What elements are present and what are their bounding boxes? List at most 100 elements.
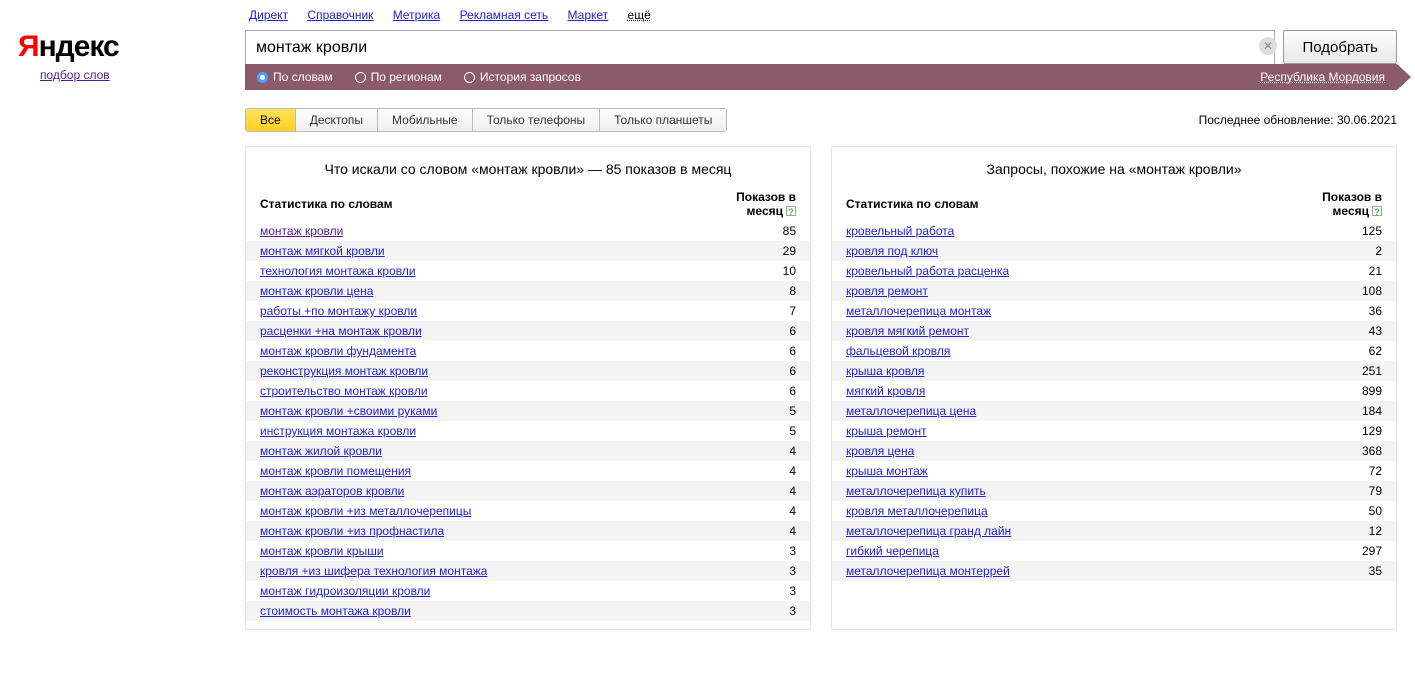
tab-all[interactable]: Все (246, 109, 296, 131)
tab-desktop[interactable]: Десктопы (296, 109, 378, 131)
tab-mobile[interactable]: Мобильные (378, 109, 473, 131)
panel-similar-title: Запросы, похожие на «монтаж кровли» (832, 157, 1396, 187)
top-nav-market[interactable]: Маркет (568, 8, 609, 22)
help-icon[interactable]: ? (786, 206, 796, 216)
top-nav-more[interactable]: ещё (628, 8, 651, 22)
keyword-link[interactable]: монтаж кровли цена (260, 284, 373, 298)
table-row: металлочерепица цена184 (832, 401, 1396, 421)
logo[interactable]: Яндекс (18, 30, 245, 64)
shows-value: 6 (726, 384, 796, 398)
table-row: монтаж кровли крыши3 (246, 541, 810, 561)
submit-button[interactable]: Подобрать (1283, 30, 1397, 64)
keyword-link[interactable]: монтаж жилой кровли (260, 444, 382, 458)
shows-value: 297 (1312, 544, 1382, 558)
filter-label: По словам (273, 70, 333, 84)
region-selector[interactable]: Республика Мордовия (1260, 70, 1385, 84)
table-row: крыша монтаж 72 (832, 461, 1396, 481)
search-input[interactable] (245, 30, 1275, 64)
table-header: Статистика по словам Показов в месяц? (246, 187, 810, 221)
shows-value: 125 (1312, 224, 1382, 238)
keyword-link[interactable]: крыша кровля (846, 364, 924, 378)
keyword-link[interactable]: кровля ремонт (846, 284, 928, 298)
keyword-link[interactable]: монтаж кровли крыши (260, 544, 384, 558)
table-row: технология монтажа кровли 10 (246, 261, 810, 281)
keyword-link[interactable]: кровельный работа расценка (846, 264, 1009, 278)
shows-value: 4 (726, 504, 796, 518)
keyword-link[interactable]: кровля +из шифера технология монтажа (260, 564, 487, 578)
table-row: металлочерепица купить 79 (832, 481, 1396, 501)
keyword-link[interactable]: крыша монтаж (846, 464, 928, 478)
filter-by-words[interactable]: По словам (257, 70, 333, 84)
shows-value: 4 (726, 444, 796, 458)
shows-value: 72 (1312, 464, 1382, 478)
keyword-link[interactable]: кровля цена (846, 444, 914, 458)
top-nav-direct[interactable]: Директ (249, 8, 288, 22)
shows-value: 129 (1312, 424, 1382, 438)
shows-value: 10 (726, 264, 796, 278)
shows-value: 79 (1312, 484, 1382, 498)
shows-value: 6 (726, 364, 796, 378)
table-row: кровля ремонт108 (832, 281, 1396, 301)
keyword-link[interactable]: фальцевой кровля (846, 344, 950, 358)
radio-icon (464, 72, 475, 83)
keyword-link[interactable]: крыша ремонт (846, 424, 927, 438)
shows-value: 6 (726, 324, 796, 338)
keyword-link[interactable]: металлочерепица монтаж (846, 304, 991, 318)
table-row: кровля мягкий ремонт43 (832, 321, 1396, 341)
clear-icon[interactable]: ✕ (1259, 37, 1277, 55)
shows-value: 4 (726, 464, 796, 478)
table-header: Статистика по словам Показов в месяц? (832, 187, 1396, 221)
table-row: кровельный работа расценка21 (832, 261, 1396, 281)
top-nav-sprav[interactable]: Справочник (307, 8, 373, 22)
keyword-link[interactable]: металлочерепица купить (846, 484, 986, 498)
top-nav-adnet[interactable]: Рекламная сеть (460, 8, 549, 22)
keyword-link[interactable]: монтаж кровли фундамента (260, 344, 416, 358)
shows-value: 4 (726, 524, 796, 538)
keyword-link[interactable]: расценки +на монтаж кровли (260, 324, 422, 338)
table-row: монтаж кровли помещения 4 (246, 461, 810, 481)
keyword-link[interactable]: кровельный работа (846, 224, 954, 238)
top-nav-metrika[interactable]: Метрика (393, 8, 440, 22)
top-nav: Директ Справочник Метрика Рекламная сеть… (245, 0, 1397, 30)
keyword-link[interactable]: стоимость монтажа кровли (260, 604, 411, 618)
keyword-link[interactable]: монтаж кровли +из профнастила (260, 524, 444, 538)
radio-icon (355, 72, 366, 83)
col-words: Статистика по словам (846, 197, 1312, 211)
help-icon[interactable]: ? (1372, 206, 1382, 216)
keyword-link[interactable]: монтаж кровли (260, 224, 343, 238)
keyword-link[interactable]: монтаж аэраторов кровли (260, 484, 404, 498)
table-row: реконструкция монтаж кровли 6 (246, 361, 810, 381)
table-row: работы +по монтажу кровли7 (246, 301, 810, 321)
keyword-link[interactable]: гибкий черепица (846, 544, 939, 558)
keyword-link[interactable]: монтаж кровли помещения (260, 464, 411, 478)
shows-value: 85 (726, 224, 796, 238)
panel-words-title: Что искали со словом «монтаж кровли» — 8… (246, 157, 810, 187)
logo-subtitle-link[interactable]: подбор слов (40, 68, 245, 82)
keyword-link[interactable]: металлочерепица гранд лайн (846, 524, 1011, 538)
keyword-link[interactable]: кровля мягкий ремонт (846, 324, 969, 338)
keyword-link[interactable]: монтаж кровли +из металлочерепицы (260, 504, 471, 518)
keyword-link[interactable]: инструкция монтажа кровли (260, 424, 416, 438)
table-row: монтаж мягкой кровли29 (246, 241, 810, 261)
shows-value: 8 (726, 284, 796, 298)
tab-tablets[interactable]: Только планшеты (600, 109, 726, 131)
keyword-link[interactable]: технология монтажа кровли (260, 264, 416, 278)
keyword-link[interactable]: монтаж гидроизоляции кровли (260, 584, 430, 598)
filter-history[interactable]: История запросов (464, 70, 581, 84)
table-row: кровля цена368 (832, 441, 1396, 461)
table-row: расценки +на монтаж кровли 6 (246, 321, 810, 341)
keyword-link[interactable]: работы +по монтажу кровли (260, 304, 417, 318)
filter-label: История запросов (480, 70, 581, 84)
keyword-link[interactable]: металлочерепица цена (846, 404, 976, 418)
keyword-link[interactable]: монтаж кровли +своими руками (260, 404, 437, 418)
filter-by-regions[interactable]: По регионам (355, 70, 442, 84)
keyword-link[interactable]: монтаж мягкой кровли (260, 244, 385, 258)
tab-phones[interactable]: Только телефоны (473, 109, 601, 131)
keyword-link[interactable]: кровля металлочерепица (846, 504, 988, 518)
logo-red: Я (18, 30, 39, 63)
keyword-link[interactable]: кровля под ключ (846, 244, 938, 258)
keyword-link[interactable]: мягкий кровля (846, 384, 925, 398)
keyword-link[interactable]: реконструкция монтаж кровли (260, 364, 428, 378)
keyword-link[interactable]: строительство монтаж кровли (260, 384, 428, 398)
keyword-link[interactable]: металлочерепица монтеррей (846, 564, 1010, 578)
